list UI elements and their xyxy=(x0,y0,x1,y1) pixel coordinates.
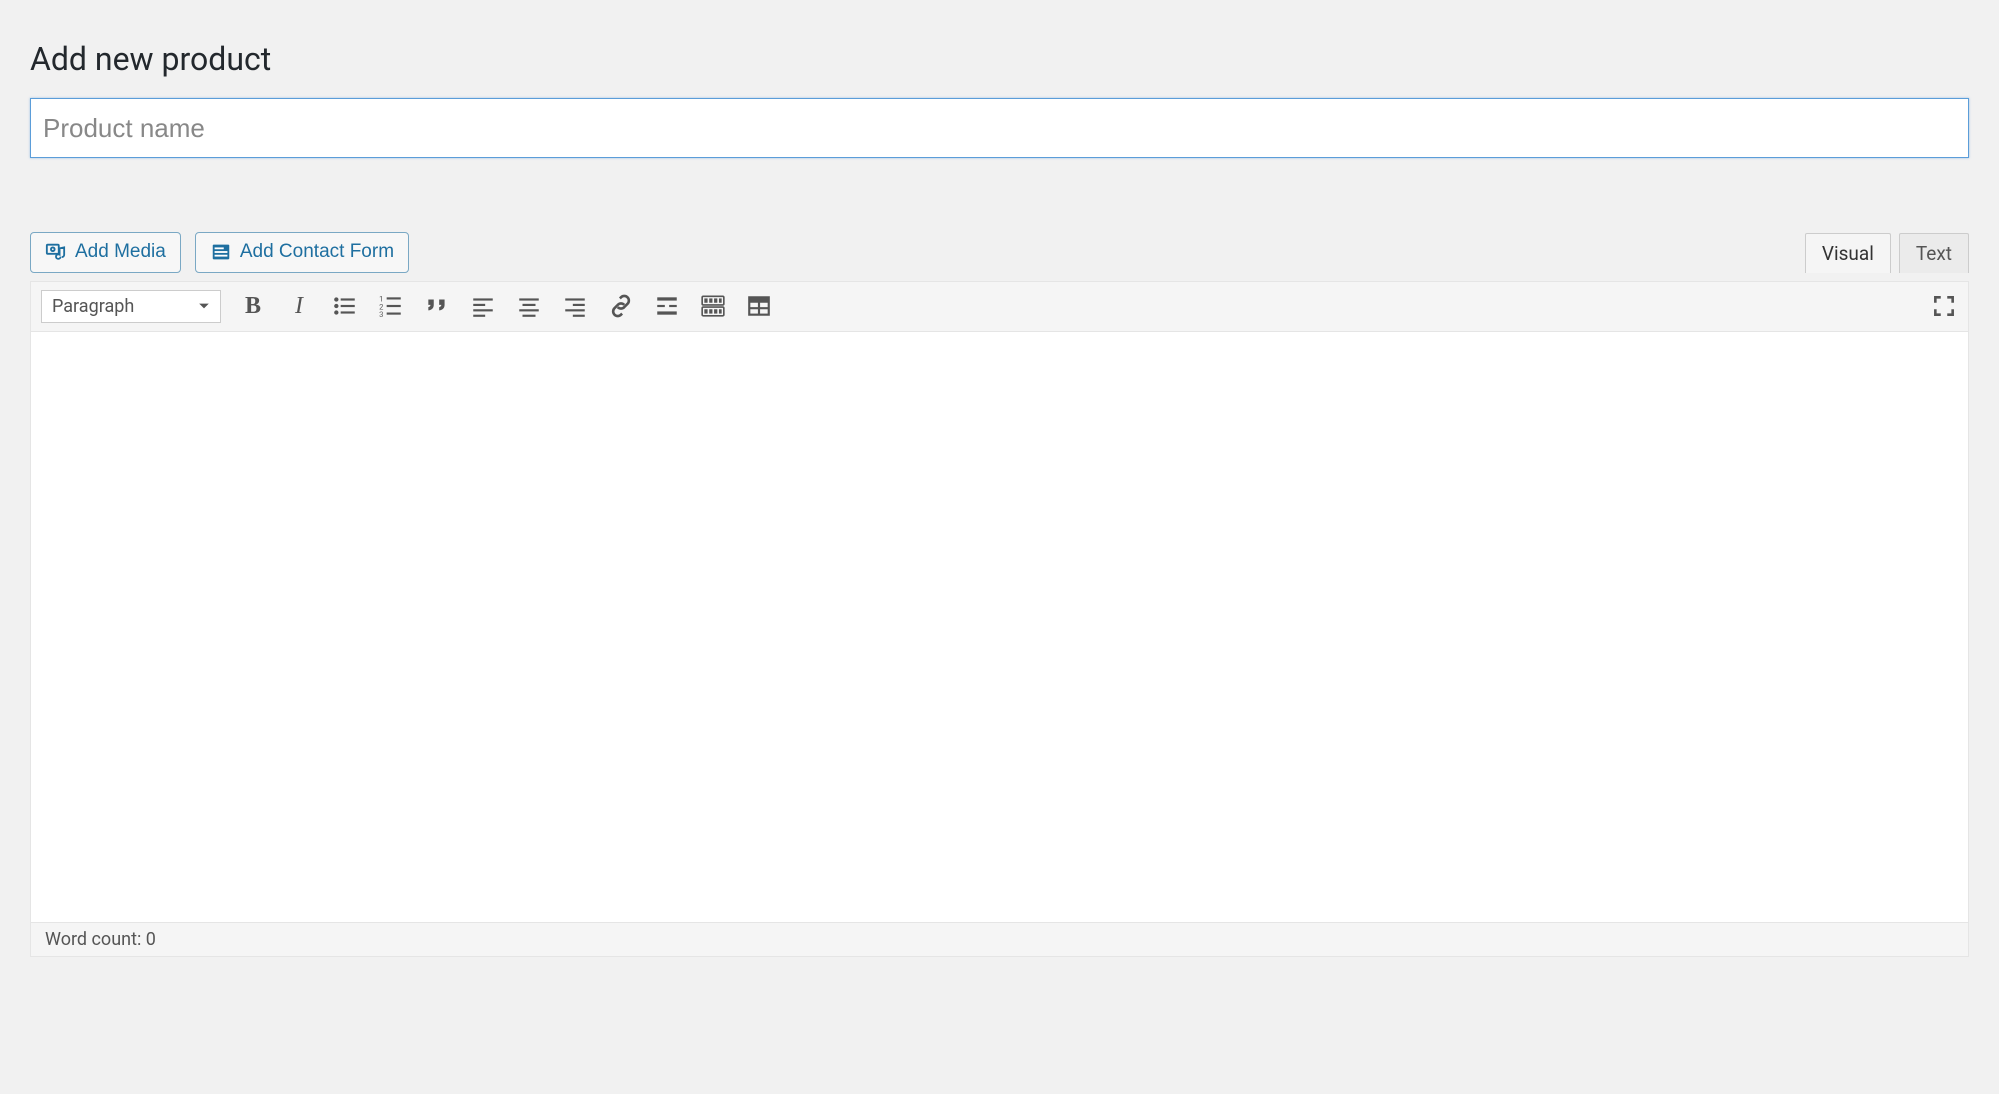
editor-area: Add Media Add Contact Form Visu xyxy=(30,232,1969,957)
add-media-button[interactable]: Add Media xyxy=(30,232,181,273)
editor-content-area[interactable] xyxy=(31,332,1968,922)
add-contact-form-button[interactable]: Add Contact Form xyxy=(195,232,409,273)
editor-top-bar: Add Media Add Contact Form Visu xyxy=(30,232,1969,273)
form-icon xyxy=(210,241,232,263)
add-media-label: Add Media xyxy=(75,241,166,264)
tab-text[interactable]: Text xyxy=(1899,233,1969,273)
blockquote-button[interactable] xyxy=(423,292,451,320)
align-right-button[interactable] xyxy=(561,292,589,320)
bulleted-list-button[interactable] xyxy=(331,292,359,320)
align-left-button[interactable] xyxy=(469,292,497,320)
bold-button[interactable]: B xyxy=(239,292,267,320)
svg-text:3: 3 xyxy=(379,310,383,319)
align-center-button[interactable] xyxy=(515,292,543,320)
numbered-list-button[interactable]: 1 2 3 xyxy=(377,292,405,320)
editor-toolbar: Paragraph B I xyxy=(31,282,1968,332)
camera-music-icon xyxy=(45,241,67,263)
editor-tabs: Visual Text xyxy=(1805,233,1969,273)
product-name-input[interactable] xyxy=(30,98,1969,158)
toolbar-group-format: B I 1 2 3 xyxy=(239,292,773,320)
tab-visual[interactable]: Visual xyxy=(1805,233,1891,273)
toolbar-toggle-button[interactable] xyxy=(699,292,727,320)
fullscreen-button[interactable] xyxy=(1930,292,1958,320)
page-title: Add new product xyxy=(30,40,1969,78)
link-button[interactable] xyxy=(607,292,635,320)
format-dropdown-label: Paragraph xyxy=(52,296,134,317)
word-count-label: Word count: 0 xyxy=(45,929,156,950)
chevron-down-icon xyxy=(198,296,210,317)
editor-status-bar: Word count: 0 xyxy=(31,922,1968,956)
media-buttons-row: Add Media Add Contact Form xyxy=(30,232,409,273)
editor-box: Paragraph B I xyxy=(30,281,1969,957)
table-button[interactable] xyxy=(745,292,773,320)
add-product-screen: Add new product Add Media xyxy=(0,0,1999,1094)
italic-button[interactable]: I xyxy=(285,292,313,320)
add-contact-form-label: Add Contact Form xyxy=(240,241,394,264)
insert-read-more-button[interactable] xyxy=(653,292,681,320)
format-dropdown[interactable]: Paragraph xyxy=(41,290,221,323)
